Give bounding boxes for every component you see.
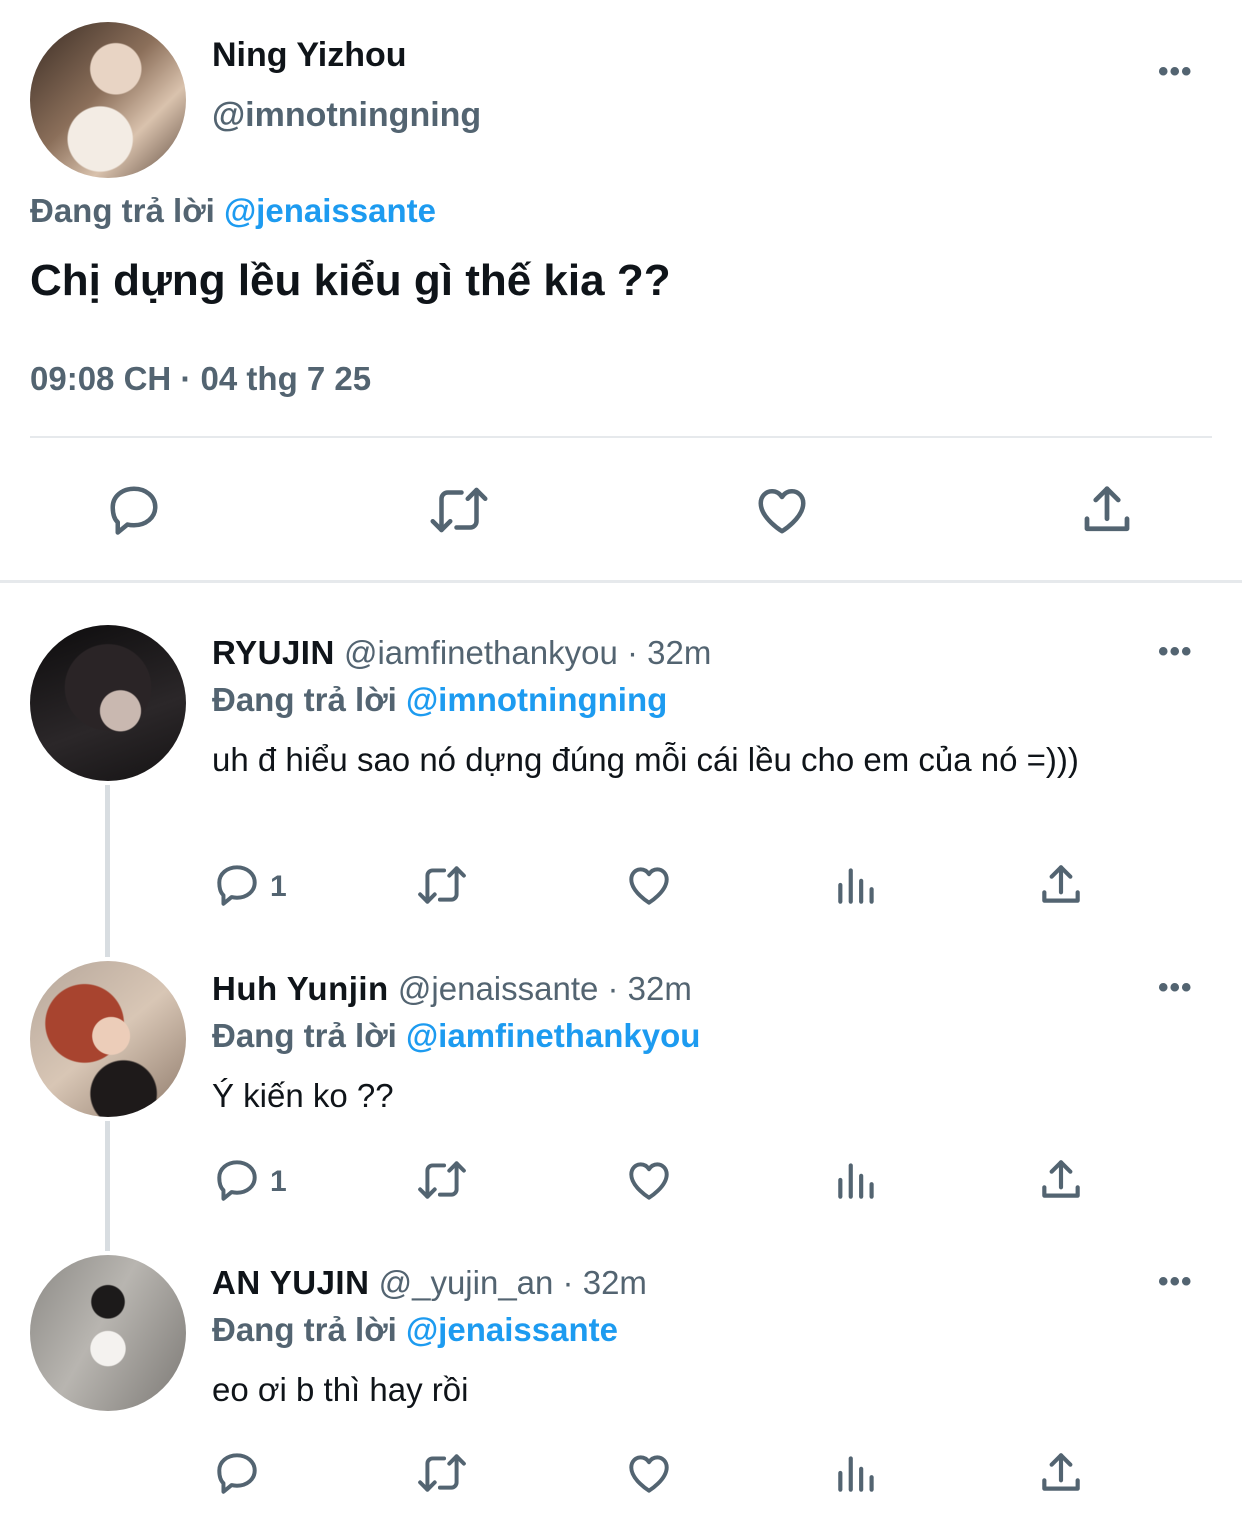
share-icon[interactable] bbox=[1036, 1155, 1086, 1205]
reply-avatar[interactable] bbox=[30, 625, 186, 781]
reply-header: AN YUJIN @_yujin_an · 32m bbox=[212, 1264, 647, 1302]
reply-count: 1 bbox=[270, 870, 287, 903]
like-icon[interactable] bbox=[624, 1448, 674, 1498]
replying-mention[interactable]: @iamfinethankyou bbox=[406, 1017, 700, 1054]
reply-icon[interactable] bbox=[212, 860, 262, 910]
reply-count: 1 bbox=[270, 1165, 287, 1198]
reply-header: Huh Yunjin @jenaissante · 32m bbox=[212, 970, 692, 1008]
main-tweet-replying-to: Đang trả lời @jenaissante bbox=[30, 192, 436, 230]
replying-mention[interactable]: @jenaissante bbox=[406, 1311, 618, 1348]
main-tweet-avatar[interactable] bbox=[30, 22, 186, 178]
replying-prefix: Đang trả lời bbox=[212, 681, 397, 718]
replying-mention[interactable]: @imnotningning bbox=[406, 681, 667, 718]
reply-text: Ý kiến ko ?? bbox=[212, 1077, 394, 1114]
main-tweet-handle[interactable]: @imnotningning bbox=[212, 96, 481, 135]
reply-more-icon[interactable]: ••• bbox=[1158, 973, 1193, 1003]
reply-avatar[interactable] bbox=[30, 1255, 186, 1411]
main-tweet-display-name[interactable]: Ning Yizhou bbox=[212, 36, 407, 75]
retweet-icon[interactable] bbox=[426, 480, 492, 540]
reply-display-name[interactable]: AN YUJIN bbox=[212, 1264, 369, 1301]
analytics-icon[interactable] bbox=[832, 1155, 882, 1205]
share-icon[interactable] bbox=[1036, 860, 1086, 910]
divider bbox=[30, 436, 1212, 438]
retweet-icon[interactable] bbox=[414, 1448, 470, 1498]
analytics-icon[interactable] bbox=[832, 1448, 882, 1498]
reply-display-name[interactable]: RYUJIN bbox=[212, 634, 335, 671]
retweet-icon[interactable] bbox=[414, 1155, 470, 1205]
retweet-icon[interactable] bbox=[414, 860, 470, 910]
reply-handle-time[interactable]: @iamfinethankyou · 32m bbox=[335, 634, 711, 671]
reply-handle-time[interactable]: @jenaissante · 32m bbox=[389, 970, 692, 1007]
reply-text: uh đ hiểu sao nó dựng đúng mỗi cái lều c… bbox=[212, 741, 1079, 778]
analytics-icon[interactable] bbox=[832, 860, 882, 910]
thread-line bbox=[105, 1121, 110, 1251]
main-tweet-more-icon[interactable]: ••• bbox=[1158, 57, 1193, 87]
reply-icon[interactable] bbox=[212, 1448, 262, 1498]
section-divider bbox=[0, 580, 1242, 583]
reply-text: eo ơi b thì hay rồi bbox=[212, 1371, 469, 1408]
reply-icon[interactable] bbox=[104, 480, 164, 540]
like-icon[interactable] bbox=[752, 480, 812, 540]
thread-line bbox=[105, 785, 110, 957]
reply-display-name[interactable]: Huh Yunjin bbox=[212, 970, 389, 1007]
reply-avatar[interactable] bbox=[30, 961, 186, 1117]
reply-replying-to: Đang trả lời @jenaissante bbox=[212, 1311, 618, 1349]
replying-prefix: Đang trả lời bbox=[212, 1311, 397, 1348]
replying-prefix: Đang trả lời bbox=[30, 192, 215, 229]
reply-replying-to: Đang trả lời @imnotningning bbox=[212, 681, 667, 719]
like-icon[interactable] bbox=[624, 1155, 674, 1205]
reply-header: RYUJIN @iamfinethankyou · 32m bbox=[212, 634, 711, 672]
replying-mention[interactable]: @jenaissante bbox=[224, 192, 436, 229]
main-tweet-text: Chị dựng lều kiểu gì thế kia ?? bbox=[30, 256, 671, 305]
reply-replying-to: Đang trả lời @iamfinethankyou bbox=[212, 1017, 700, 1055]
reply-handle-time[interactable]: @_yujin_an · 32m bbox=[369, 1264, 647, 1301]
main-tweet-timestamp[interactable]: 09:08 CH · 04 thg 7 25 bbox=[30, 360, 371, 398]
replying-prefix: Đang trả lời bbox=[212, 1017, 397, 1054]
share-icon[interactable] bbox=[1077, 480, 1137, 540]
share-icon[interactable] bbox=[1036, 1448, 1086, 1498]
like-icon[interactable] bbox=[624, 860, 674, 910]
reply-more-icon[interactable]: ••• bbox=[1158, 637, 1193, 667]
reply-icon[interactable] bbox=[212, 1155, 262, 1205]
reply-more-icon[interactable]: ••• bbox=[1158, 1267, 1193, 1297]
